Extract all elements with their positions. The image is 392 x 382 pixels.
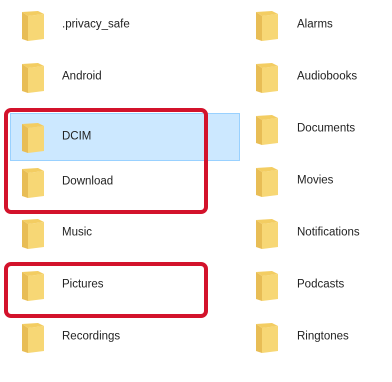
folder-label: Audiobooks [297, 70, 358, 83]
folder-icon [256, 323, 278, 353]
folder-item-audiobooks[interactable]: Audiobooks [244, 55, 390, 99]
folder-label: Notifications [297, 226, 360, 239]
folder-icon [256, 115, 278, 145]
folder-item-music[interactable]: Music [10, 211, 240, 255]
folder-label: Documents [297, 122, 356, 135]
folder-icon [22, 271, 44, 301]
folder-label: Ringtones [297, 330, 349, 343]
folder-icon [22, 63, 44, 93]
folder-label: Music [62, 226, 93, 239]
folder-label: Alarms [297, 18, 333, 31]
folder-grid: .privacy_safe Android DCIM Download Musi… [0, 0, 392, 382]
folder-icon [256, 11, 278, 41]
folder-item-dcim[interactable]: DCIM [10, 113, 240, 161]
folder-item-recordings[interactable]: Recordings [10, 315, 240, 359]
folder-icon [22, 123, 44, 153]
folder-label: Android [62, 70, 102, 83]
folder-icon [256, 63, 278, 93]
folder-item-pictures[interactable]: Pictures [10, 263, 240, 307]
folder-item-download[interactable]: Download [10, 160, 240, 204]
folder-icon [256, 219, 278, 249]
folder-item-documents[interactable]: Documents [244, 107, 390, 151]
folder-icon [256, 167, 278, 197]
folder-label: Pictures [62, 278, 104, 291]
folder-item-podcasts[interactable]: Podcasts [244, 263, 390, 307]
folder-label: DCIM [62, 130, 92, 143]
folder-item-movies[interactable]: Movies [244, 159, 390, 203]
folder-item-notifications[interactable]: Notifications [244, 211, 390, 255]
folder-label: Podcasts [297, 278, 345, 291]
folder-icon [256, 271, 278, 301]
folder-item-ringtones[interactable]: Ringtones [244, 315, 390, 359]
folder-label: Movies [297, 174, 334, 187]
folder-icon [22, 11, 44, 41]
folder-icon [22, 219, 44, 249]
folder-item-alarms[interactable]: Alarms [244, 3, 390, 47]
folder-icon [22, 323, 44, 353]
folder-icon [22, 168, 44, 198]
folder-item-android[interactable]: Android [10, 55, 240, 99]
folder-label: Download [62, 175, 114, 188]
folder-item-privacy-safe[interactable]: .privacy_safe [10, 3, 240, 47]
folder-label: .privacy_safe [62, 18, 130, 31]
folder-label: Recordings [62, 330, 121, 343]
